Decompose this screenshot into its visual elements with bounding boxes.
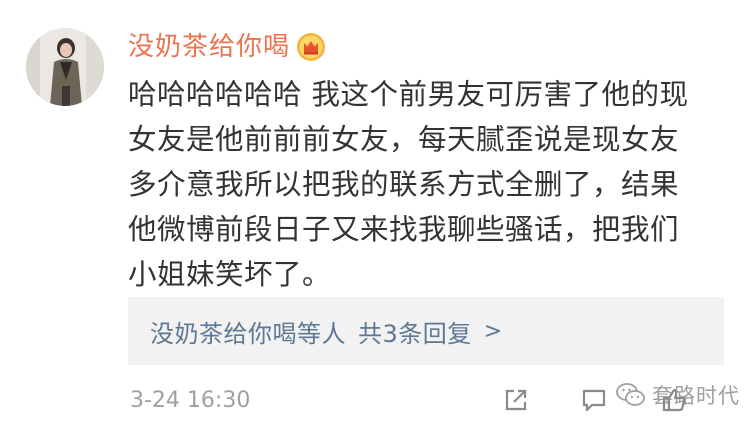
replies-summary[interactable]: 没奶茶给你喝等人 共3条回复 > <box>128 297 724 365</box>
watermark: 套路时代 <box>616 380 740 410</box>
share-icon[interactable] <box>502 386 530 414</box>
chevron-right-icon: > <box>483 318 503 344</box>
comment-text: 哈哈哈哈哈哈 我这个前男友可厉害了他的现 女友是他前前前女友，每天腻歪说是现女友… <box>128 78 689 291</box>
avatar[interactable] <box>26 28 104 106</box>
avatar-image <box>26 28 104 106</box>
crown-badge-icon[interactable] <box>296 32 326 62</box>
comment-icon[interactable] <box>580 386 608 414</box>
watermark-text: 套路时代 <box>652 384 740 408</box>
wechat-icon <box>616 383 645 406</box>
comment-timestamp: 3-24 16:30 <box>130 388 251 413</box>
username-link[interactable]: 没奶茶给你喝 <box>128 30 290 64</box>
username-row: 没奶茶给你喝 <box>128 30 326 64</box>
replies-authors: 没奶茶给你喝等人 <box>150 319 346 348</box>
replies-count: 共3条回复 <box>358 319 472 348</box>
